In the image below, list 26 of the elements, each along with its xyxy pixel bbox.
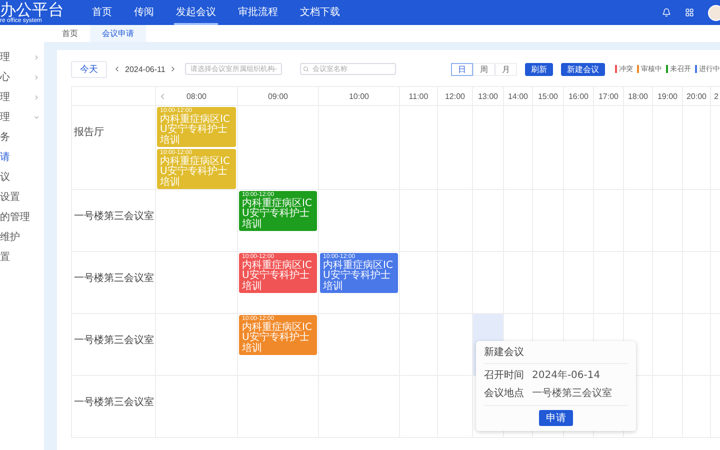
hour-label: 20:00: [686, 92, 707, 100]
hour-label: 13:00: [478, 92, 498, 100]
hour-label: 18:00: [628, 92, 648, 100]
hour-label: 08:00: [186, 92, 207, 100]
hour-label: 12:00: [444, 92, 466, 100]
field-value: 一号楼第三会议室: [532, 386, 612, 400]
hour-label: 2: [714, 92, 718, 100]
field-label: 召开时间: [484, 368, 524, 382]
room-name: 一号楼第三会议室: [74, 273, 154, 284]
hour-label: 09:00: [268, 92, 288, 100]
room-name: 一号楼第三会议室: [74, 397, 154, 408]
hour-label: 10:00: [348, 92, 370, 100]
room-name: 一号楼第三会议室: [74, 211, 154, 222]
field-value: 2024年-06-14: [532, 369, 600, 382]
popup-title: 新建会议: [484, 345, 628, 364]
logo-text: 办公平台: [0, 2, 65, 18]
room-name: 一号楼第三会议室: [74, 335, 154, 346]
date-label: 2024-06-11: [125, 64, 166, 74]
hour-label: 16:00: [568, 92, 589, 100]
hour-label: 14:00: [508, 92, 528, 100]
hour-label: 19:00: [657, 92, 678, 100]
field-label: 会议地点: [484, 386, 524, 400]
hour-label: 11:00: [408, 92, 428, 100]
room-name: 报告厅: [74, 127, 104, 138]
hour-label: 17:00: [598, 92, 619, 100]
hour-label: 15:00: [538, 92, 558, 100]
